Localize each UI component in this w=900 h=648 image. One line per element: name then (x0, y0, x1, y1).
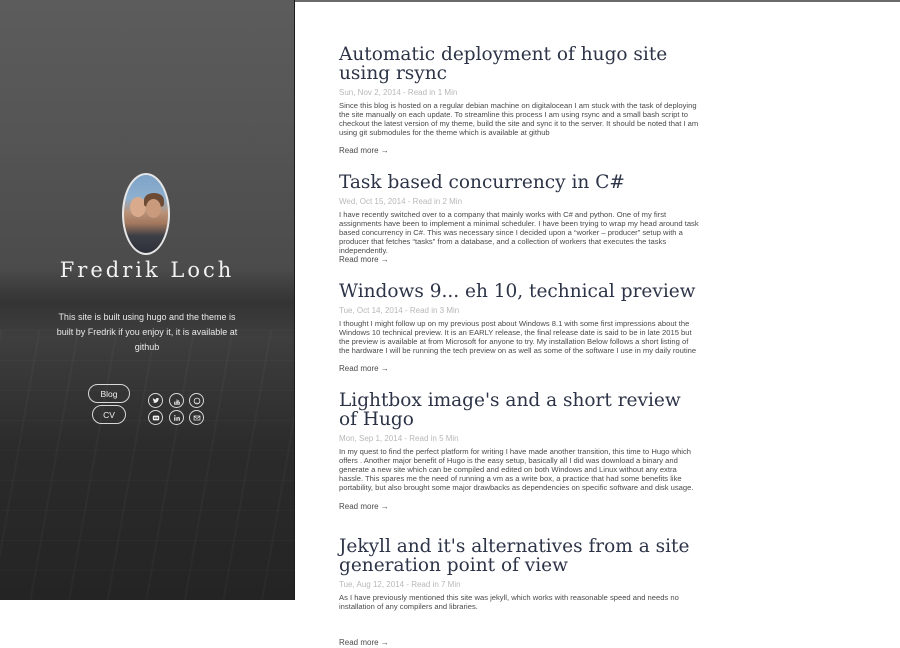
site-description: This site is built using hugo and the th… (56, 312, 238, 352)
read-more-link[interactable]: Read more → (339, 364, 699, 374)
post-item: Windows 9... eh 10, technical preview Tu… (339, 282, 699, 374)
sidebar: Fredrik Loch This site is built using hu… (0, 0, 294, 600)
post-title[interactable]: Jekyll and it's alternatives from a site… (339, 537, 699, 575)
post-item: Task based concurrency in C# Wed, Oct 15… (339, 173, 699, 265)
github-icon[interactable] (189, 393, 204, 408)
email-icon[interactable] (189, 410, 204, 425)
avatar-face-right (146, 199, 161, 218)
nav-cv-button[interactable]: CV (92, 405, 126, 424)
twitter-icon[interactable] (148, 393, 163, 408)
read-more-link[interactable]: Read more → (339, 255, 699, 265)
read-more-link[interactable]: Read more → (339, 146, 699, 156)
post-item: Jekyll and it's alternatives from a site… (339, 537, 699, 648)
post-meta: Tue, Aug 12, 2014 - Read in 7 Min (339, 580, 461, 589)
sidebar-divider (294, 0, 295, 600)
avatar[interactable] (122, 173, 170, 255)
post-summary: Since this blog is hosted on a regular d… (339, 101, 699, 137)
read-more-link[interactable]: Read more → (339, 502, 699, 512)
site-author-name[interactable]: Fredrik Loch (0, 258, 294, 282)
post-title[interactable]: Automatic deployment of hugo site using … (339, 45, 699, 83)
stackoverflow-icon[interactable] (169, 393, 184, 408)
post-item: Automatic deployment of hugo site using … (339, 45, 699, 156)
linkedin-icon[interactable] (169, 410, 184, 425)
post-title[interactable]: Windows 9... eh 10, technical preview (339, 282, 699, 301)
post-title[interactable]: Lightbox image's and a short review of H… (339, 391, 699, 429)
post-item: Lightbox image's and a short review of H… (339, 391, 699, 512)
post-summary: In my quest to find the perfect platform… (339, 447, 694, 492)
post-summary: I have recently switched over to a compa… (339, 210, 699, 255)
post-meta: Sun, Nov 2, 2014 - Read in 1 Min (339, 88, 458, 97)
post-meta: Tue, Oct 14, 2014 - Read in 3 Min (339, 306, 460, 315)
post-title[interactable]: Task based concurrency in C# (339, 173, 699, 192)
read-more-link[interactable]: Read more → (339, 638, 699, 648)
post-summary: I thought I might follow up on my previo… (339, 319, 697, 355)
flickr-icon[interactable] (148, 410, 163, 425)
nav-blog-button[interactable]: Blog (88, 384, 130, 403)
sidebar-floor-texture (0, 330, 294, 600)
post-meta: Mon, Sep 1, 2014 - Read in 5 Min (339, 434, 459, 443)
post-meta: Wed, Oct 15, 2014 - Read in 2 Min (339, 197, 463, 206)
